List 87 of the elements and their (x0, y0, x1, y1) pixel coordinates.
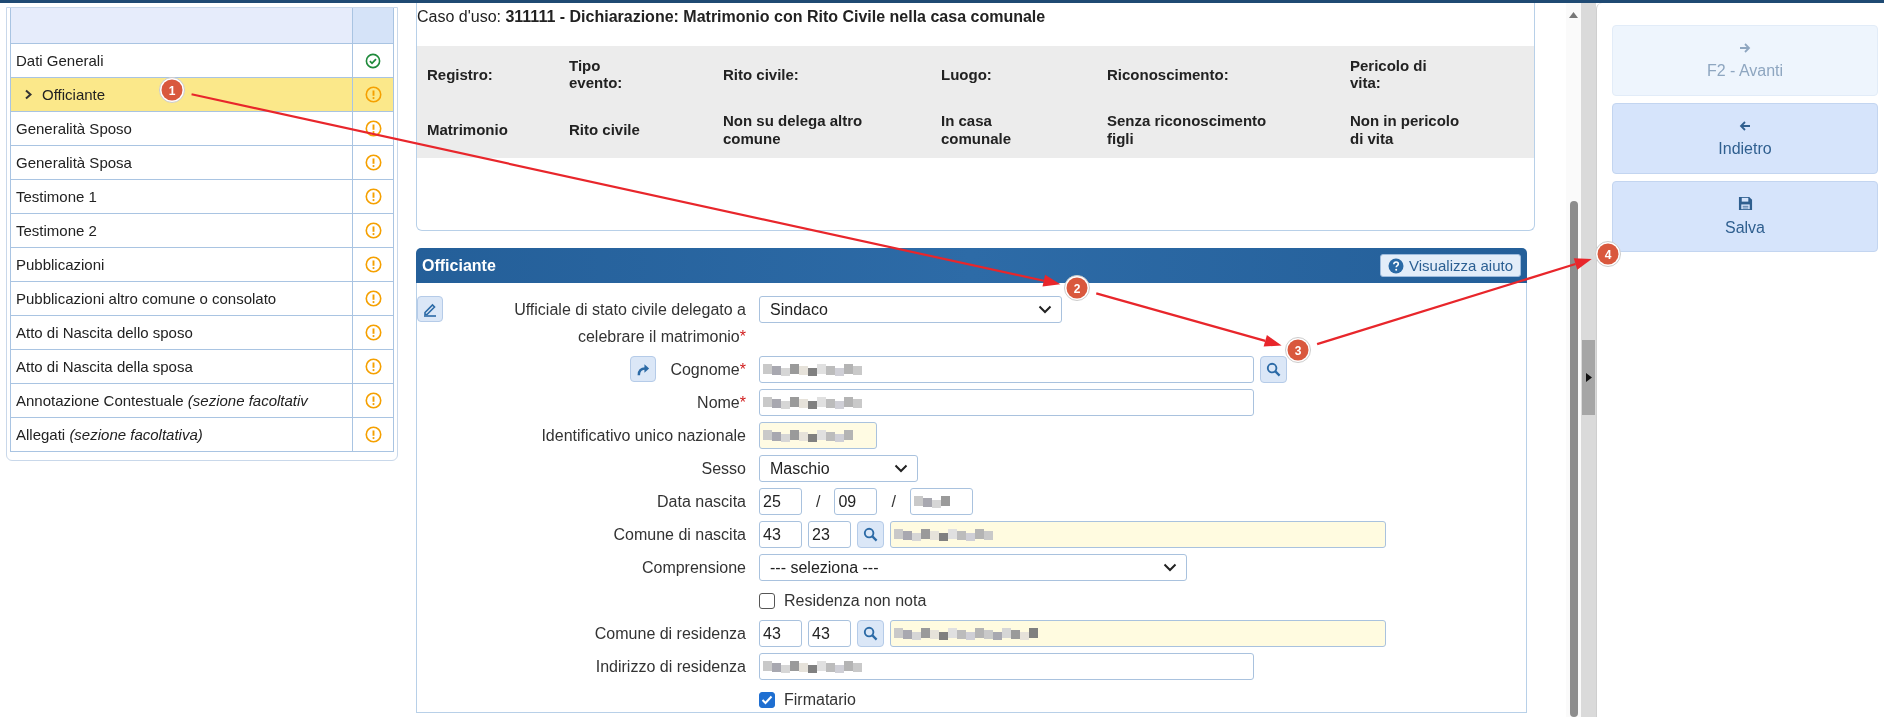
summary-value: In casa comunale (941, 111, 1013, 149)
chevron-down-icon (1038, 305, 1052, 314)
number-badge: 2 (1064, 275, 1090, 301)
field-label: Sesso (701, 459, 746, 479)
pixelated-text (913, 495, 950, 508)
arrow-right-icon (1739, 41, 1751, 54)
field-label: Indirizzo di residenza (595, 657, 746, 677)
scroll-up-icon[interactable] (1569, 12, 1578, 18)
sidebar-item[interactable]: Dati Generali (11, 43, 393, 77)
help-button[interactable]: Visualizza aiuto (1380, 254, 1521, 277)
sidebar-item[interactable]: Pubblicazioni (11, 247, 393, 281)
input-field[interactable] (759, 389, 1254, 416)
dropdown[interactable]: Maschio (759, 455, 918, 482)
search-icon (863, 527, 878, 542)
sidebar-item[interactable]: Testimone 2 (11, 213, 393, 247)
summary-label: Pericolo di vita: (1350, 56, 1428, 93)
summary-label: Riconoscimento: (1107, 64, 1230, 85)
input-field[interactable] (890, 521, 1386, 548)
field-label: Comune di residenza (594, 624, 746, 644)
field-label: Ufficiale di stato civile delegato a celebrare il matrimonio* (513, 300, 746, 347)
input-field[interactable] (890, 620, 1386, 647)
arrow-left-icon (1739, 119, 1751, 132)
input-field[interactable]: 43 (759, 521, 802, 548)
field-label: Nome* (697, 393, 746, 413)
summary-label: Tipo evento: (569, 56, 624, 93)
action-button[interactable]: Indietro (1612, 103, 1878, 174)
triangle-right-icon (1585, 373, 1592, 382)
sidebar-item[interactable]: Generalità Sposo (11, 111, 393, 145)
number-badge: 1 (159, 77, 185, 103)
summary-label: Luogo: (941, 64, 993, 85)
input-field[interactable] (759, 653, 1254, 680)
date-separator: / (890, 492, 897, 511)
checkbox-label: Residenza non nota (784, 591, 927, 610)
summary-value: Matrimonio (427, 120, 509, 140)
input-field[interactable]: 09 (834, 488, 878, 515)
sidebar-item[interactable]: Generalità Sposa (11, 145, 393, 179)
input-field[interactable]: 25 (759, 488, 802, 515)
summary-label: Rito civile: (723, 64, 800, 85)
sidebar-item[interactable]: Testimone 1 (11, 179, 393, 213)
number-badge: 4 (1595, 241, 1621, 267)
input-field[interactable] (759, 356, 1254, 383)
chevron-icon (24, 89, 33, 100)
summary-value: Rito civile (569, 120, 641, 140)
summary-value: Non in pericolo di vita (1350, 111, 1461, 149)
chevron-down-icon (894, 464, 908, 473)
date-separator: / (815, 492, 822, 511)
sidebar-item[interactable]: Pubblicazioni altro comune o consolato (11, 281, 393, 315)
sidebar-item[interactable]: Annotazione Contestuale (sezione facoltativ (11, 383, 393, 417)
tool-button[interactable] (417, 296, 443, 322)
input-field[interactable] (909, 488, 973, 515)
field-label: Data nascita (657, 492, 746, 512)
search-button[interactable] (857, 521, 884, 548)
input-field[interactable]: 23 (808, 521, 851, 548)
dropdown[interactable]: Sindaco (759, 296, 1062, 323)
field-label: Comune di nascita (613, 525, 746, 545)
save-icon (1737, 196, 1753, 211)
dropdown[interactable]: --- seleziona --- (759, 554, 1187, 581)
search-icon (863, 626, 878, 641)
number-badge: 3 (1285, 337, 1311, 363)
checkbox[interactable] (759, 592, 775, 609)
chevron-down-icon (1163, 563, 1177, 572)
input-field[interactable] (759, 422, 877, 449)
summary-value: Senza riconoscimento figli (1107, 111, 1268, 149)
summary-label: Registro: (427, 64, 494, 85)
tool-button[interactable] (630, 356, 657, 382)
summary-value: Non su delega altro comune (723, 111, 864, 149)
action-button[interactable]: Salva (1612, 181, 1878, 252)
checkbox[interactable] (759, 691, 775, 708)
scrollbar-thumb[interactable] (1569, 201, 1578, 717)
case-title: Caso d'uso: 311111 - Dichiarazione: Matrimonio con Rito Civile nella casa comunale (417, 8, 1047, 26)
input-field[interactable]: 43 (759, 620, 802, 647)
search-button[interactable] (857, 620, 884, 647)
search-icon (1266, 362, 1281, 377)
input-field[interactable]: 43 (808, 620, 851, 647)
sidebar-item[interactable]: Atto di Nascita della sposa (11, 349, 393, 383)
curved-arrow-icon (635, 361, 651, 377)
field-label: Comprensione (641, 558, 746, 578)
checkbox-label: Firmatario (784, 690, 856, 709)
field-label: Cognome* (670, 360, 746, 380)
sidebar-item[interactable]: Atto di Nascita dello sposo (11, 315, 393, 349)
search-button[interactable] (1260, 356, 1287, 383)
question-icon (1388, 257, 1405, 274)
pen-icon (422, 301, 438, 317)
sidebar-item[interactable]: Allegati (sezione facoltativa) (11, 417, 393, 451)
panel-toggle[interactable] (1582, 340, 1595, 415)
section-title: Officiante (422, 256, 496, 275)
field-label: Identificativo unico nazionale (541, 426, 746, 446)
